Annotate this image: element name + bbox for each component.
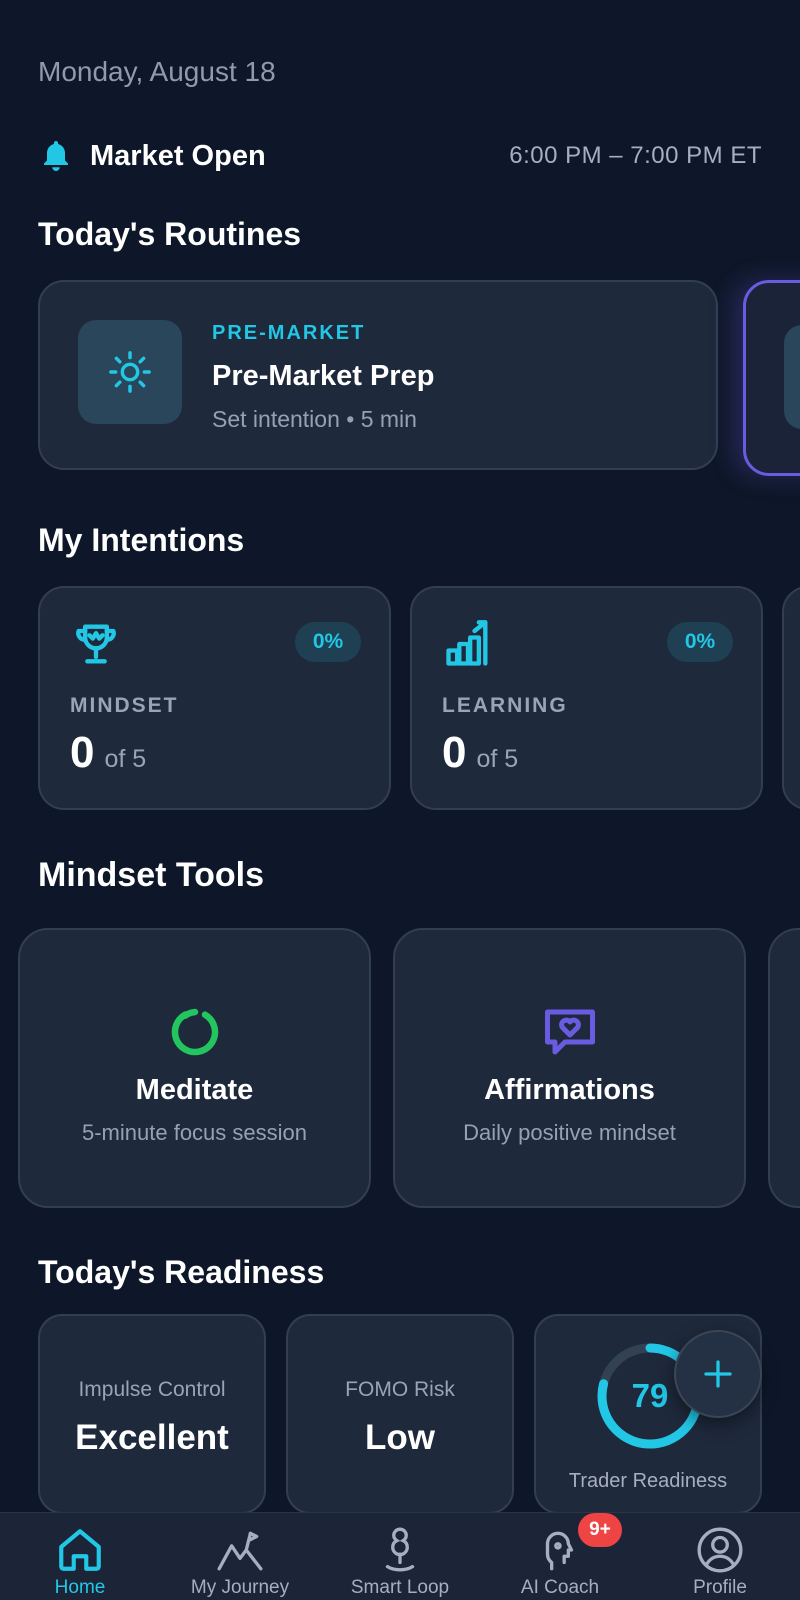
nav-label: Home (54, 1577, 106, 1598)
readiness-value: Low (365, 1418, 435, 1457)
readiness-title: Today's Readiness (38, 1254, 325, 1290)
intention-count: 0 (70, 728, 95, 777)
nav-label: Smart Loop (350, 1577, 450, 1598)
routine-card-next[interactable] (743, 280, 800, 476)
home-icon (59, 1529, 101, 1571)
tool-card-meditate[interactable]: Meditate 5-minute focus session (18, 928, 371, 1208)
tool-subtitle: Daily positive mindset (463, 1120, 676, 1145)
readiness-label: Impulse Control (78, 1378, 226, 1401)
tool-subtitle: 5-minute focus session (82, 1120, 307, 1145)
intention-card-learning[interactable]: 0% LEARNING 0 of 5 (410, 586, 763, 810)
routine-tag: PRE-MARKET (212, 322, 366, 344)
market-status-row[interactable]: Market Open 6:00 PM – 7:00 PM ET (38, 134, 762, 178)
nav-item-profile[interactable]: Profile (640, 1513, 800, 1600)
smart-loop-icon (385, 1527, 415, 1572)
readiness-label: FOMO Risk (345, 1378, 455, 1401)
tool-card-next[interactable] (768, 928, 800, 1208)
bell-icon (44, 141, 68, 171)
sun-icon (109, 351, 151, 393)
intention-card-next[interactable] (782, 586, 800, 810)
growth-chart-icon (446, 620, 488, 666)
meditate-ring-icon (171, 1008, 218, 1056)
tool-title: Affirmations (484, 1074, 655, 1106)
readiness-card-fomo[interactable]: FOMO Risk Low (286, 1314, 514, 1514)
intention-total: of 5 (476, 745, 519, 773)
routine-subtitle: Set intention • 5 min (212, 406, 417, 432)
readiness-value: Excellent (75, 1418, 229, 1457)
market-status-text: Market Open (90, 139, 266, 172)
intention-percent-badge: 0% (295, 622, 361, 662)
routine-icon-box (78, 320, 182, 424)
market-time-range: 6:00 PM – 7:00 PM ET (509, 142, 762, 169)
intentions-title: My Intentions (38, 522, 245, 558)
routine-title: Pre-Market Prep (212, 360, 435, 392)
add-button[interactable] (674, 1330, 762, 1418)
intention-progress: 0 of 5 (442, 728, 518, 778)
tool-card-affirmations[interactable]: Affirmations Daily positive mindset (393, 928, 746, 1208)
routine-card-pre-market[interactable]: PRE-MARKET Pre-Market Prep Set intention… (38, 280, 718, 470)
intention-card-mindset[interactable]: 0% MINDSET 0 of 5 (38, 586, 391, 810)
intention-percent-badge: 0% (667, 622, 733, 662)
trophy-icon (76, 624, 116, 664)
tool-title: Meditate (135, 1074, 254, 1106)
routines-title: Today's Routines (38, 216, 302, 252)
nav-label: Profile (693, 1577, 747, 1598)
nav-item-my-journey[interactable]: My Journey (160, 1513, 320, 1600)
tools-title: Mindset Tools (38, 856, 265, 894)
date-label: Monday, August 18 (38, 56, 276, 87)
nav-item-ai-coach[interactable]: 9+ AI Coach (480, 1513, 640, 1600)
intention-count: 0 (442, 728, 467, 777)
nav-item-home[interactable]: Home (0, 1513, 160, 1600)
bottom-nav: Home My Journey Smart Loop 9+ AI Coach P… (0, 1512, 800, 1600)
nav-label: My Journey (190, 1577, 290, 1598)
nav-item-smart-loop[interactable]: Smart Loop (320, 1513, 480, 1600)
nav-label: AI Coach (520, 1577, 600, 1598)
heart-chat-icon (544, 1009, 595, 1055)
plus-icon (704, 1360, 732, 1388)
readiness-label: Trader Readiness (568, 1470, 728, 1492)
intention-label: MINDSET (70, 694, 179, 717)
readiness-card-impulse[interactable]: Impulse Control Excellent (38, 1314, 266, 1514)
routine-icon-box-next (784, 325, 800, 429)
intention-total: of 5 (104, 745, 147, 773)
home-screen: Monday, August 18 Market Open 6:00 PM – … (0, 0, 800, 1600)
journey-icon (217, 1531, 263, 1571)
profile-icon (697, 1527, 743, 1573)
notification-badge: 9+ (578, 1513, 622, 1547)
intention-label: LEARNING (442, 694, 568, 717)
intention-progress: 0 of 5 (70, 728, 146, 778)
